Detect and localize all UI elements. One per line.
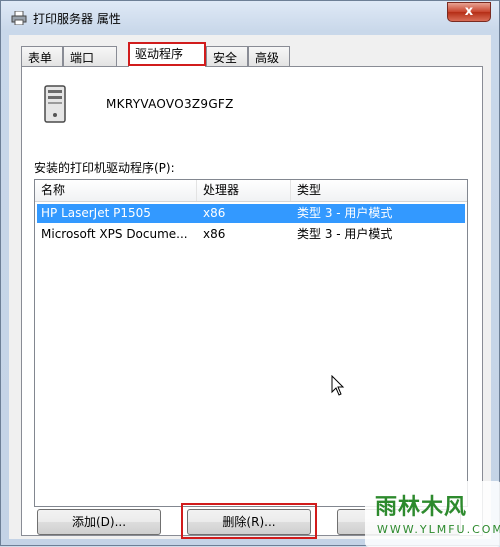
driver-type: 类型 3 - 用户模式: [297, 206, 393, 220]
tab-label: 驱动程序: [135, 47, 184, 61]
dialog-body: 表单 端口 驱动程序 安全 高级 MKRYVAOVO3Z9GFZ 安装的打印机驱…: [9, 35, 491, 539]
title-bar[interactable]: 打印服务器 属性 x: [1, 1, 499, 35]
driver-type: 类型 3 - 用户模式: [297, 227, 393, 241]
tab-label: 高级: [255, 51, 280, 65]
tab-label: 安全: [213, 51, 238, 65]
remove-button[interactable]: 删除(R)...: [187, 509, 311, 535]
driver-name: HP LaserJet P1505: [41, 206, 151, 220]
tab-ports[interactable]: 端口: [63, 46, 117, 66]
driver-processor: x86: [203, 206, 226, 220]
mouse-cursor-icon: [331, 375, 345, 396]
print-server-properties-window: 打印服务器 属性 x 表单 端口 驱动程序 安全 高级 MKRYVAOVO3Z9…: [0, 0, 500, 547]
printer-icon: [11, 11, 27, 25]
close-button[interactable]: x: [447, 2, 491, 22]
table-row[interactable]: HP LaserJet P1505 x86 类型 3 - 用户模式: [37, 204, 465, 223]
driver-processor: x86: [203, 227, 226, 241]
column-header-type[interactable]: 类型: [291, 180, 467, 201]
tab-drivers[interactable]: 驱动程序: [128, 42, 206, 67]
drivers-list[interactable]: 名称 处理器 类型 HP LaserJet P1505 x86 类型 3 - 用…: [34, 179, 468, 507]
column-header-processor[interactable]: 处理器: [197, 180, 291, 201]
tab-security[interactable]: 安全: [206, 46, 248, 66]
close-icon: x: [464, 4, 474, 19]
installed-drivers-label: 安装的打印机驱动程序(P):: [34, 161, 175, 175]
driver-name: Microsoft XPS Docume...: [41, 227, 188, 241]
tab-label: 表单: [28, 51, 53, 65]
window-title: 打印服务器 属性: [33, 12, 121, 26]
drivers-panel: MKRYVAOVO3Z9GFZ 安装的打印机驱动程序(P): 名称 处理器 类型…: [21, 66, 483, 536]
add-button[interactable]: 添加(D)...: [37, 509, 161, 535]
watermark-logo: 雨林木风 WWW.YLMFU.COM: [365, 481, 500, 547]
server-name: MKRYVAOVO3Z9GFZ: [106, 97, 234, 111]
watermark-text: 雨林木风: [375, 495, 468, 520]
tab-forms[interactable]: 表单: [21, 46, 63, 66]
table-row[interactable]: Microsoft XPS Docume... x86 类型 3 - 用户模式: [37, 225, 465, 244]
list-header: 名称 处理器 类型: [35, 180, 467, 202]
tab-label: 端口: [70, 51, 95, 65]
column-header-name[interactable]: 名称: [35, 180, 197, 201]
tab-advanced[interactable]: 高级: [248, 46, 290, 66]
watermark-url: WWW.YLMFU.COM: [377, 523, 500, 536]
computer-tower-icon: [44, 85, 66, 123]
